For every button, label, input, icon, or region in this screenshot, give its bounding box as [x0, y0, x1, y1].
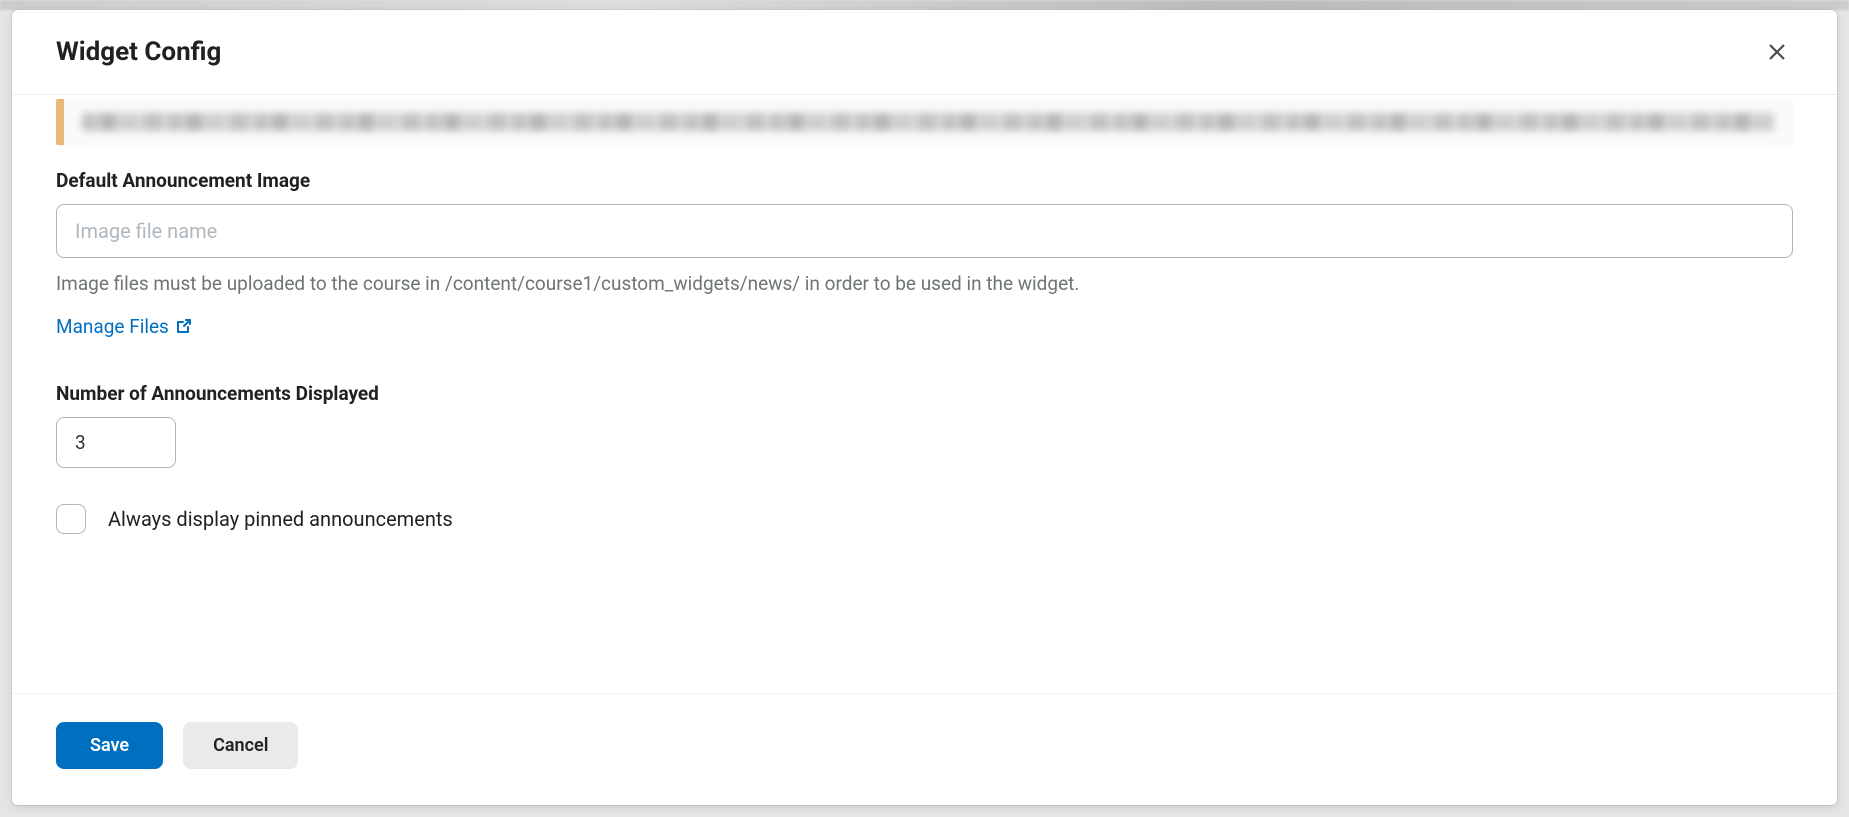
announcement-count-label: Number of Announcements Displayed [56, 382, 1793, 405]
external-link-icon [175, 318, 192, 335]
widget-config-modal: Widget Config Default Announcement Image… [12, 10, 1837, 805]
pinned-checkbox-row: Always display pinned announcements [56, 504, 1793, 534]
alert-text-blurred [82, 113, 1775, 131]
save-button[interactable]: Save [56, 722, 163, 769]
image-filename-input[interactable] [56, 204, 1793, 258]
image-help-text: Image files must be uploaded to the cour… [56, 272, 1793, 295]
modal-footer: Save Cancel [12, 693, 1837, 805]
pinned-announcements-checkbox[interactable] [56, 504, 86, 534]
cancel-button[interactable]: Cancel [183, 722, 298, 769]
close-button[interactable] [1761, 36, 1793, 68]
manage-files-link[interactable]: Manage Files [56, 315, 192, 338]
alert-banner [56, 99, 1793, 145]
modal-body[interactable]: Default Announcement Image Image files m… [12, 95, 1837, 693]
close-icon [1767, 42, 1787, 62]
backdrop [0, 0, 1849, 10]
manage-files-label: Manage Files [56, 315, 169, 338]
pinned-announcements-label[interactable]: Always display pinned announcements [108, 507, 453, 531]
modal-header: Widget Config [12, 10, 1837, 95]
modal-title: Widget Config [56, 37, 221, 67]
default-image-label: Default Announcement Image [56, 169, 1793, 192]
announcement-count-input[interactable] [56, 417, 176, 468]
